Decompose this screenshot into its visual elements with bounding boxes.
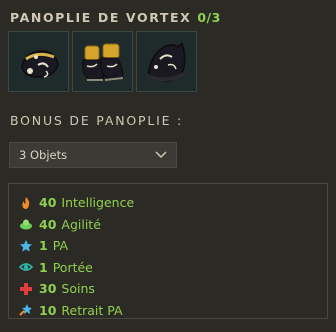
item-slot-boots[interactable]	[72, 31, 133, 92]
boots-item-icon	[81, 43, 124, 81]
objects-count-select-value: 3 Objets	[19, 148, 68, 162]
star-withdraw-icon	[19, 303, 33, 317]
heal-cross-icon	[19, 282, 33, 296]
item-slot-amulet[interactable]	[8, 31, 69, 92]
bonus-row-pa: 1 PA	[19, 235, 327, 257]
star-icon	[19, 239, 33, 253]
bonus-label: Portée	[52, 259, 93, 275]
hat-item-icon	[144, 41, 187, 82]
chevron-down-icon	[155, 151, 167, 159]
air-icon	[19, 217, 33, 231]
bonus-row-heals: 30 Soins	[19, 278, 327, 300]
set-title-text: PANOPLIE DE VORTEX	[10, 10, 192, 25]
bonus-value: 30	[39, 281, 57, 297]
bonus-title: BONUS DE PANOPLIE :	[10, 113, 184, 128]
bonus-value: 1	[39, 259, 48, 275]
bonus-value: 1	[39, 238, 48, 254]
bonus-label: Retrait PA	[61, 302, 123, 318]
bonus-label: Intelligence	[61, 195, 135, 211]
bonus-label: Agilité	[61, 216, 101, 232]
bonus-list: 40 Intelligence 40 Agilité 1 PA 1 Portée…	[8, 183, 328, 319]
amulet-item-icon	[20, 49, 59, 78]
bonus-value: 40	[39, 216, 57, 232]
set-title: PANOPLIE DE VORTEX 0/3	[10, 10, 221, 25]
bonus-label: Soins	[61, 281, 95, 297]
bonus-value: 10	[39, 302, 57, 318]
bonus-row-agility: 40 Agilité	[19, 214, 327, 236]
bonus-row-intelligence: 40 Intelligence	[19, 192, 327, 214]
eye-icon	[19, 260, 33, 274]
set-progress-count: 0/3	[197, 10, 221, 25]
fire-icon	[19, 196, 33, 210]
bonus-row-pa-withdraw: 10 Retrait PA	[19, 300, 327, 322]
bonus-row-range: 1 Portée	[19, 257, 327, 279]
objects-count-select[interactable]: 3 Objets	[9, 142, 177, 168]
item-slot-hat[interactable]	[136, 31, 197, 92]
bonus-value: 40	[39, 195, 57, 211]
set-items	[8, 31, 197, 92]
bonus-label: PA	[52, 238, 68, 254]
